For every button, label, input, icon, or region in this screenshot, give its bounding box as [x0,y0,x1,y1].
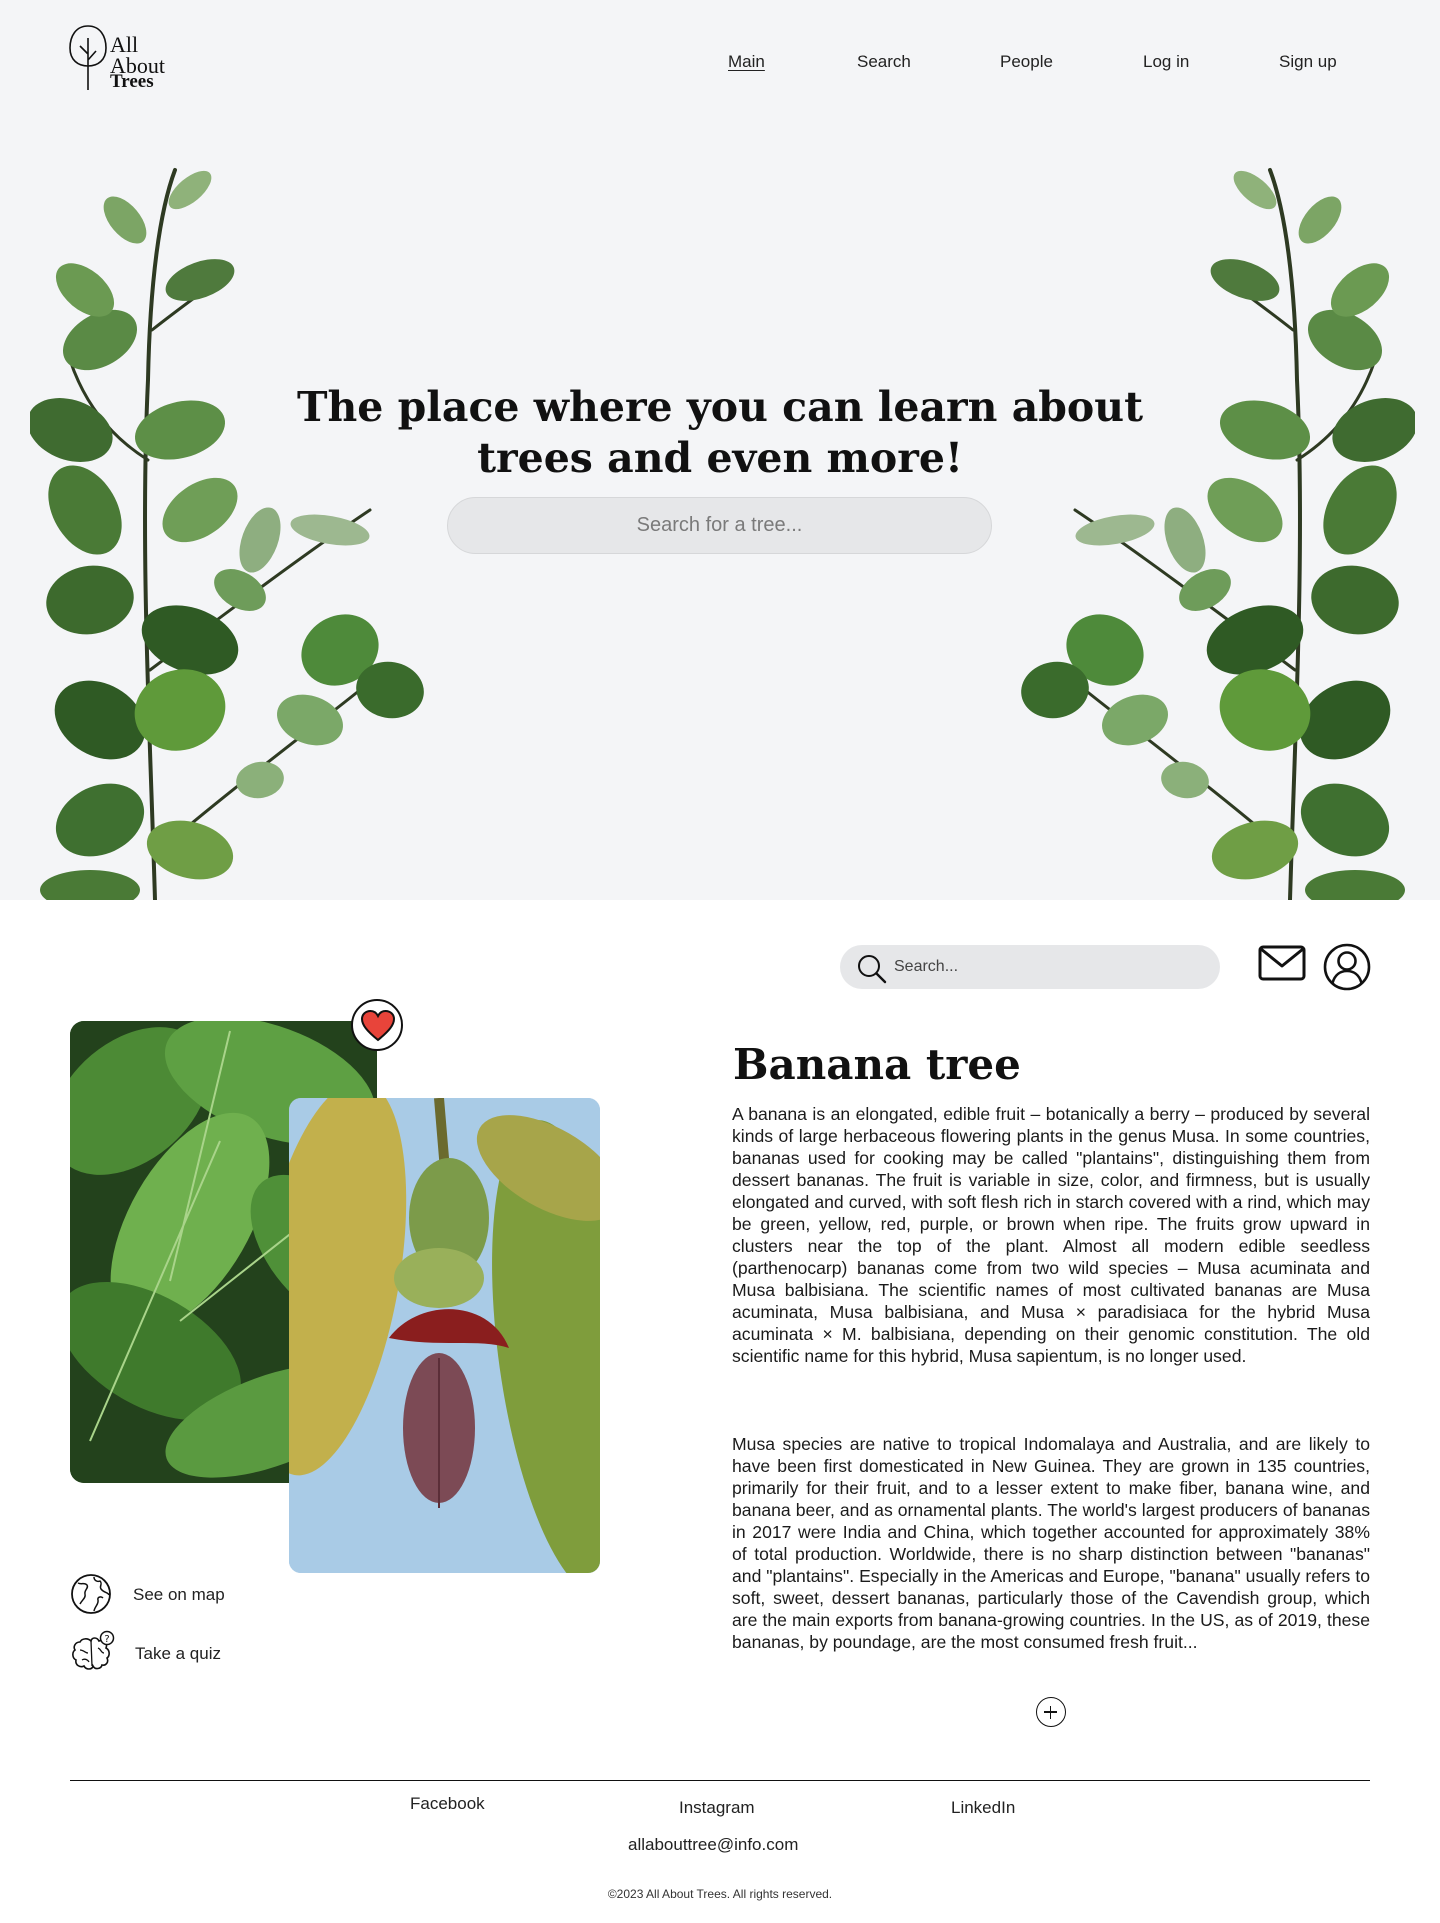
eucalyptus-branch-left [30,168,424,900]
hero-search-input[interactable] [447,497,992,554]
nav-main[interactable]: Main [728,52,765,72]
see-on-map-button[interactable]: See on map [70,1573,225,1615]
nav-people[interactable]: People [1000,52,1053,72]
hero-section: All About Trees Main Search People Log i… [0,0,1440,900]
user-icon[interactable] [1323,943,1371,991]
footer-divider [70,1780,1370,1781]
take-quiz-button[interactable]: ? Take a quiz [70,1630,221,1672]
footer-linkedin-link[interactable]: LinkedIn [951,1798,1015,1818]
nav-search[interactable]: Search [857,52,911,72]
read-more-plus-icon[interactable] [1036,1697,1066,1727]
top-search-input[interactable] [894,945,1204,989]
top-search-bar[interactable] [840,945,1220,989]
take-quiz-label: Take a quiz [135,1644,221,1663]
banana-flower-photo [289,1098,600,1573]
favorite-button[interactable] [351,999,403,1051]
tree-description-paragraph-2: Musa species are native to tropical Indo… [732,1434,1370,1652]
tree-title: Banana tree [733,1040,1021,1089]
footer-email-link[interactable]: allabouttree@info.com [628,1835,798,1855]
footer-facebook-link[interactable]: Facebook [410,1794,485,1814]
footer-instagram-link[interactable]: Instagram [679,1798,755,1818]
copyright: ©2023 All About Trees. All rights reserv… [607,1887,833,1901]
mail-icon[interactable] [1258,945,1306,981]
hero-title: The place where you can learn about tree… [296,383,1144,482]
main-nav: Main Search People Log in Sign up [0,52,1440,76]
nav-signup[interactable]: Sign up [1279,52,1337,72]
globe-icon [71,1574,111,1614]
brain-question-icon: ? [72,1630,115,1670]
eucalyptus-branch-right [1021,168,1415,900]
see-on-map-label: See on map [133,1585,225,1604]
nav-login[interactable]: Log in [1143,52,1189,72]
svg-text:?: ? [104,1634,109,1645]
search-icon [858,955,887,984]
heart-icon [361,1010,395,1042]
tree-description-paragraph-1: A banana is an elongated, edible fruit –… [732,1104,1370,1366]
